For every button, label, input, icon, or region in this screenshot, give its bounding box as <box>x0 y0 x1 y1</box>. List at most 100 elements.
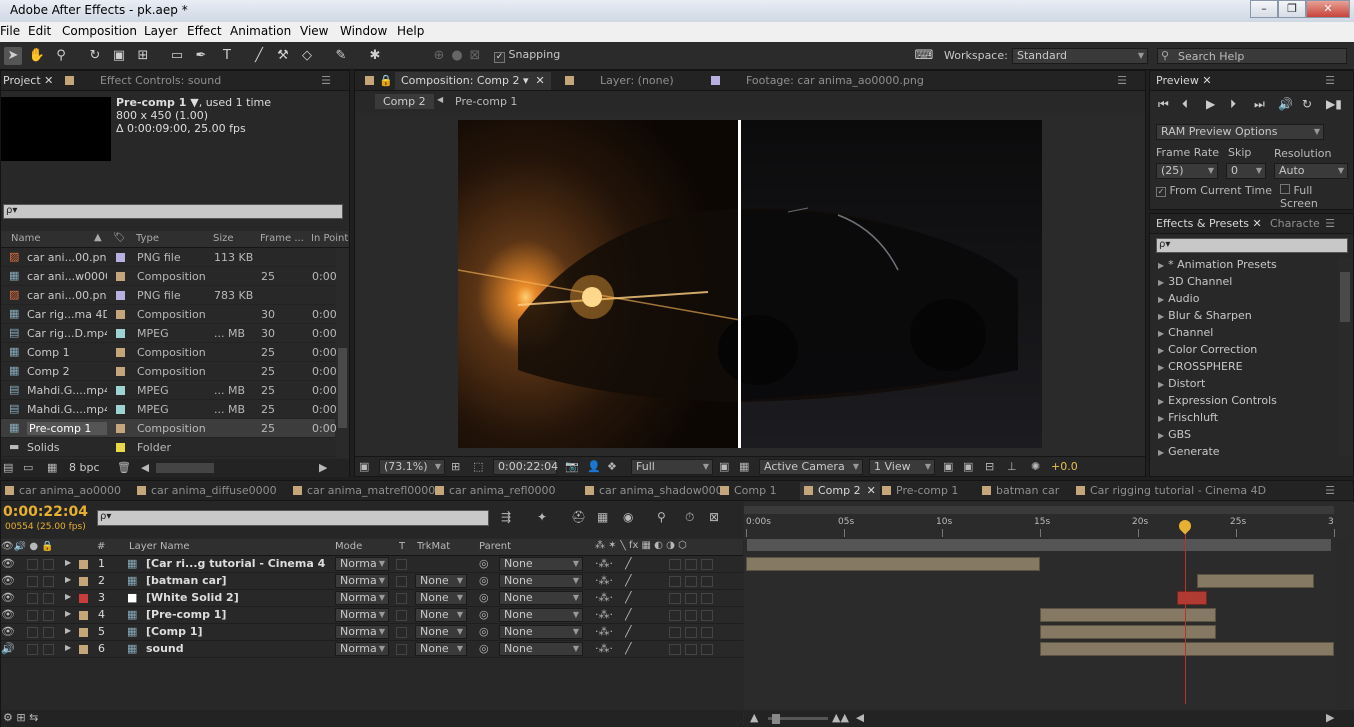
play-icon[interactable]: ▶ <box>1206 97 1215 111</box>
effect-category[interactable]: ▶ Distort <box>1158 377 1205 390</box>
timeline-icon[interactable]: ⊟ <box>985 460 994 473</box>
menu-effect[interactable]: Effect <box>187 24 222 38</box>
av-features-icon[interactable]: 👁🔊 ● 🔒 <box>1 541 54 552</box>
effect-category[interactable]: ▶ * Animation Presets <box>1158 258 1277 271</box>
effect-category[interactable]: ▶ Channel <box>1158 326 1213 339</box>
timeline-search-input[interactable]: ρ▾ <box>97 510 489 526</box>
track-matte-select[interactable]: None <box>415 625 467 639</box>
workspace-select[interactable]: Standard <box>1012 48 1148 64</box>
preserve-transparency-box[interactable] <box>396 576 407 587</box>
switch-box[interactable] <box>669 644 681 655</box>
switch-box[interactable] <box>685 610 697 621</box>
scroll-right-icon[interactable]: ▶ <box>1326 711 1334 724</box>
eye-icon[interactable]: 👁 <box>1 574 15 587</box>
solo-box[interactable] <box>27 627 38 638</box>
parent-select[interactable]: None <box>499 642 583 656</box>
auto-keyframe-icon[interactable]: ⏱ <box>685 510 694 525</box>
lock-box[interactable] <box>43 593 54 604</box>
tab-project[interactable]: Project ✕ <box>3 74 53 87</box>
frame-blending-icon[interactable]: ▦ <box>597 510 608 524</box>
tab-layer[interactable]: Layer: (none) <box>565 74 674 87</box>
frame-rate-select[interactable]: (25) <box>1156 163 1218 179</box>
parent-select[interactable]: None <box>499 574 583 588</box>
pick-whip-icon[interactable]: ◎ <box>479 591 489 604</box>
pick-whip-icon[interactable]: ◎ <box>479 608 489 621</box>
effect-category[interactable]: ▶ GBS <box>1158 428 1191 441</box>
quality-switch-icon[interactable]: ╱ <box>625 642 632 655</box>
bpc-label[interactable]: 8 bpc <box>69 461 100 474</box>
switch-box[interactable] <box>669 610 681 621</box>
label-color-swatch[interactable] <box>116 424 125 433</box>
project-item-row[interactable]: ▦ Pre-comp 1 Composition 25 0:00 <box>1 419 337 438</box>
label-column-icon[interactable]: 🏷 <box>113 232 126 243</box>
parent-select[interactable]: None <box>499 625 583 639</box>
effects-scrollbar[interactable] <box>1338 258 1352 456</box>
project-item-row[interactable]: ▤ Mahdi.G....mp4 MPEG ... MB 25 0:00 <box>1 381 337 400</box>
loop-icon[interactable]: ↻ <box>1302 97 1312 111</box>
sort-arrow-icon[interactable]: ▲ <box>94 232 102 243</box>
always-preview-icon[interactable]: ▣ <box>359 460 369 473</box>
menu-help[interactable]: Help <box>397 24 424 38</box>
close-icon[interactable]: ✕ <box>867 484 876 497</box>
exposure-reset-icon[interactable]: ✺ <box>1031 460 1040 473</box>
col-frame[interactable]: Frame ... <box>260 233 304 244</box>
label-color-swatch[interactable] <box>79 560 88 569</box>
region-icon[interactable]: ⬚ <box>473 460 483 473</box>
track-matte-select[interactable]: None <box>415 591 467 605</box>
shy-switch-icon[interactable]: ·⁂· <box>595 591 613 604</box>
eye-icon[interactable]: 👁 <box>1 591 15 604</box>
timeline-tab[interactable]: Comp 2 ✕ <box>800 482 880 500</box>
tab-composition[interactable]: Composition: Comp 2 ▾ ✕ <box>395 72 551 90</box>
close-button[interactable]: ✕ <box>1306 0 1350 18</box>
tab-effects-presets[interactable]: Effects & Presets ✕ <box>1156 217 1262 230</box>
col-parent[interactable]: Parent <box>479 541 511 552</box>
expand-triangle-icon[interactable]: ▶ <box>65 575 71 584</box>
switch-box[interactable] <box>669 627 681 638</box>
col-size[interactable]: Size <box>213 233 234 244</box>
selection-tool-icon[interactable]: ➤ <box>4 47 22 65</box>
timeline-tab[interactable]: car anima_diffuse0000 <box>137 484 277 497</box>
search-help-field[interactable]: ⚲ Search Help <box>1157 48 1347 64</box>
shy-layers-icon[interactable]: ⛑ <box>571 510 586 524</box>
puppet-tool-icon[interactable]: ✱ <box>366 47 384 65</box>
switch-box[interactable] <box>685 627 697 638</box>
blend-mode-select[interactable]: Norma <box>335 574 389 588</box>
quality-switch-icon[interactable]: ╱ <box>625 591 632 604</box>
effects-search-input[interactable]: ρ▾ <box>1156 238 1348 253</box>
resolution-select[interactable]: Full <box>631 459 713 475</box>
label-color-swatch[interactable] <box>79 628 88 637</box>
eye-icon[interactable]: 👁 <box>1 608 15 621</box>
time-graph[interactable]: 0:00s 05s 10s 15s 20s 25s 3 ▲ ▲▲ ◀ ▶ <box>744 502 1354 727</box>
col-inpoint[interactable]: In Point <box>311 233 348 244</box>
camera-tool-icon[interactable]: ▣ <box>110 47 128 65</box>
maximize-button[interactable]: ❐ <box>1278 0 1306 18</box>
quality-switch-icon[interactable]: ╱ <box>625 625 632 638</box>
ram-preview-options-select[interactable]: RAM Preview Options <box>1156 124 1324 140</box>
work-area-bar[interactable] <box>746 538 1332 552</box>
blend-mode-select[interactable]: Norma <box>335 591 389 605</box>
label-color-swatch[interactable] <box>79 611 88 620</box>
prev-frame-icon[interactable]: ⏴ <box>1182 97 1188 112</box>
layer-row[interactable]: 👁 ▶ 4 ▦ [Pre-comp 1] Norma None ◎ None ·⁂· ╱ <box>1 607 743 624</box>
label-color-swatch[interactable] <box>116 443 125 452</box>
fast-previews-icon[interactable]: ▣ <box>719 460 729 473</box>
skip-select[interactable]: 0 <box>1226 163 1266 179</box>
effect-category[interactable]: ▶ Color Correction <box>1158 343 1257 356</box>
workspace-icon[interactable]: ⌨ <box>912 47 936 65</box>
pick-whip-icon[interactable]: ◎ <box>479 642 489 655</box>
label-color-swatch[interactable] <box>116 310 125 319</box>
solo-box[interactable] <box>27 576 38 587</box>
label-color-swatch[interactable] <box>116 272 125 281</box>
comp-mini-flowchart-icon[interactable]: ⇶ <box>501 510 511 524</box>
show-snapshot-icon[interactable]: 👤 <box>587 460 601 473</box>
first-frame-icon[interactable]: ⏮ <box>1158 97 1169 112</box>
world-axis-icon[interactable]: ● <box>448 47 466 65</box>
blend-mode-select[interactable]: Norma <box>335 642 389 656</box>
label-color-swatch[interactable] <box>79 645 88 654</box>
expand-triangle-icon[interactable]: ▶ <box>65 626 71 635</box>
current-time-display[interactable]: 0:00:22:04 <box>493 459 558 475</box>
col-name[interactable]: Name <box>11 233 41 244</box>
lock-box[interactable] <box>43 576 54 587</box>
effect-category[interactable]: ▶ Generate <box>1158 445 1220 458</box>
brush-tool-icon[interactable]: ╱ <box>250 47 268 65</box>
